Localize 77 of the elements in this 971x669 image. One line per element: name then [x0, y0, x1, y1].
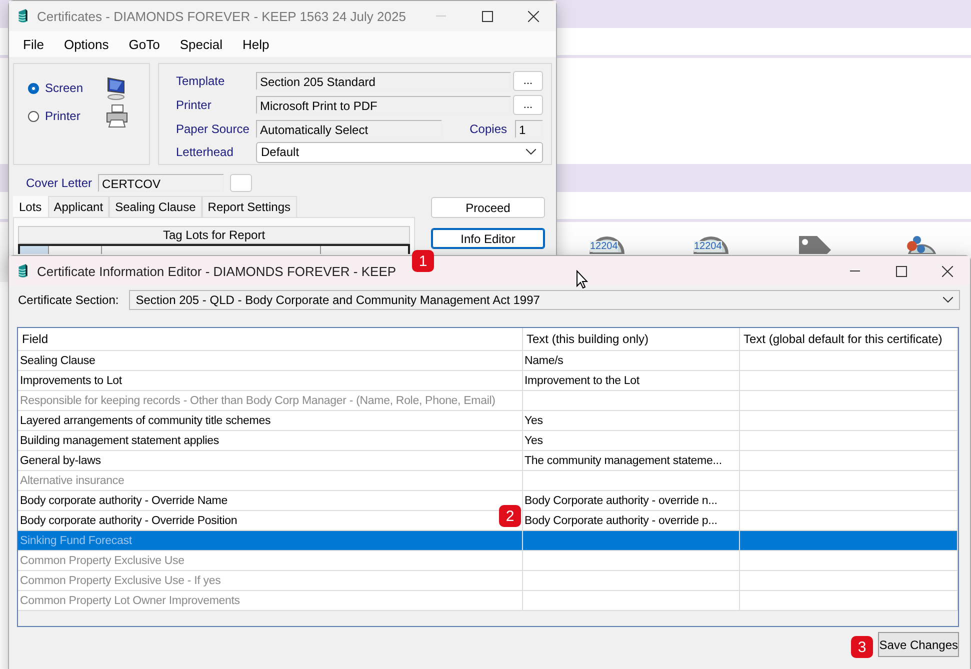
field-label: Template [176, 74, 226, 88]
maximize-icon[interactable] [482, 10, 492, 22]
column-header[interactable]: Text (global default for this certificate) [739, 328, 958, 350]
table-cell: Common Property Exclusive Use [18, 550, 522, 570]
save-button[interactable]: Save Changes [878, 632, 959, 657]
table-title: Tag Lots for Report [18, 226, 410, 244]
field-label: Letterhead [176, 145, 234, 160]
table-cell: Improvement to the Lot [522, 370, 739, 390]
letterhead-dropdown[interactable]: Default [256, 142, 543, 163]
monitor-icon [105, 76, 127, 100]
table-cell: Body Corporate authority - override n... [522, 490, 739, 510]
table-cell: Responsible for keeping records - Other than Body Corp Manager - (Name, Role, Phone, Email) [18, 390, 522, 410]
table-cell: Common Property Exclusive Use - If yes [18, 570, 522, 590]
column-header[interactable]: Text (this building only) [522, 328, 739, 350]
radio-button[interactable] [28, 82, 39, 94]
paper-source-field[interactable]: Automatically Select [256, 120, 442, 138]
chevron-down-icon [943, 297, 953, 303]
icon-label: 12204 [590, 241, 618, 252]
section-dropdown[interactable]: Section 205 - QLD - Body Corporate and Community Management Act 1997 [128, 290, 960, 310]
icon-label: 12204 [694, 241, 722, 252]
table-cell: Sealing Clause [18, 350, 522, 370]
tag-icon[interactable] [797, 236, 833, 254]
table-row[interactable]: Sealing Clause Name/s [18, 350, 958, 370]
cover-letter-field[interactable]: CERTCOV [98, 174, 224, 192]
table-cell: Name/s [522, 350, 739, 370]
close-icon[interactable] [528, 10, 538, 22]
callout-badge: 1 [412, 250, 434, 272]
printer-icon [105, 104, 129, 128]
chevron-down-icon [526, 149, 536, 156]
menu-item[interactable]: Options [54, 36, 119, 52]
table-cell: Layered arrangements of community title schemes [18, 410, 522, 430]
callout-badge: 2 [499, 505, 521, 527]
tab[interactable]: Lots [13, 196, 48, 217]
browse-button[interactable]: ... [513, 95, 543, 116]
tab[interactable]: Report Settings [202, 196, 296, 217]
field-label: Printer [176, 98, 212, 112]
radio-button[interactable] [28, 110, 39, 122]
table-cell: Building management statement applies [18, 430, 522, 450]
radio-label[interactable]: Printer [45, 109, 99, 123]
table-cell: Improvements to Lot [18, 370, 522, 390]
table-cell: Yes [522, 410, 739, 430]
close-icon[interactable] [942, 266, 952, 276]
field-label: Copies [470, 122, 507, 136]
table-row[interactable]: General by-laws The community management stateme... [18, 450, 958, 470]
cursor-icon [576, 270, 588, 289]
action-button[interactable]: Info Editor [431, 228, 545, 249]
tab[interactable]: Applicant [48, 196, 110, 217]
radio-label[interactable]: Screen [45, 81, 99, 95]
table-cell: Sinking Fund Forecast [18, 530, 522, 550]
table-cell: Yes [522, 430, 739, 450]
tab[interactable]: Sealing Clause [109, 196, 202, 217]
template-field[interactable]: Section 205 Standard [256, 72, 511, 90]
field-label: Cover Letter [26, 176, 92, 190]
table-cell: General by-laws [18, 450, 522, 470]
table-cell: Common Property Lot Owner Improvements [18, 590, 522, 610]
field-label: Paper Source [176, 122, 250, 136]
browse-button[interactable]: ... [513, 71, 543, 92]
table-row[interactable]: Improvements to Lot Improvement to the Lot [18, 370, 958, 390]
menu-item[interactable]: File [13, 36, 54, 52]
table-cell: The community management stateme... [522, 450, 739, 470]
table-cell: Alternative insurance [18, 470, 522, 490]
window-title: Certificate Information Editor - DIAMONDS FOREVER - KEEP [37, 264, 398, 278]
action-button[interactable]: Proceed [431, 197, 545, 218]
app-logo-icon [17, 263, 29, 279]
table-row[interactable]: Layered arrangements of community title schemes Yes [18, 410, 958, 430]
copies-field[interactable]: 1 [515, 120, 543, 138]
maximize-icon[interactable] [896, 266, 906, 276]
printer-field[interactable]: Microsoft Print to PDF [256, 96, 511, 114]
app-logo-icon [17, 8, 29, 24]
column-header[interactable]: Field [18, 328, 522, 350]
menu-item[interactable]: Special [170, 36, 232, 52]
menu-item[interactable]: GoTo [118, 36, 170, 52]
callout-badge: 3 [851, 636, 873, 658]
field-label: Certificate Section: [18, 293, 119, 307]
menu-item[interactable]: Help [232, 36, 280, 52]
table-row[interactable]: Building management statement applies Yes [18, 430, 958, 450]
window-title: Certificates - DIAMONDS FOREVER - KEEP 1563 24 July 2025 [37, 8, 407, 24]
